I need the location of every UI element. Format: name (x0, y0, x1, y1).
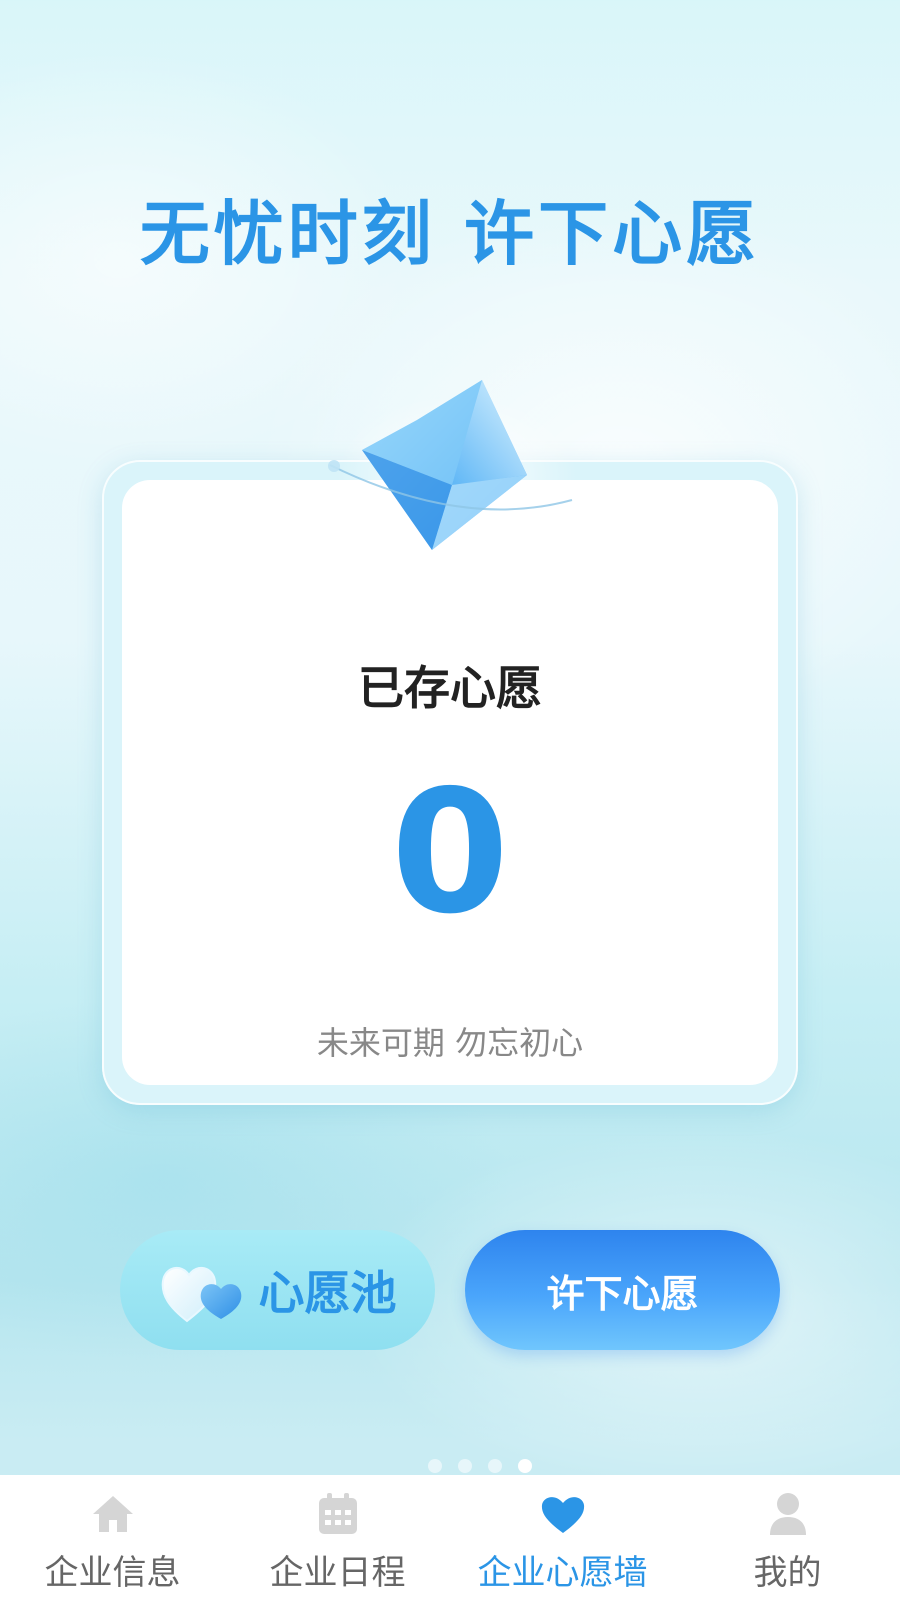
tab-label: 企业日程 (269, 1553, 406, 1593)
tab-label: 企业信息 (44, 1553, 181, 1593)
page-dot (428, 1459, 442, 1473)
tab-company-schedule[interactable]: 企业日程 (225, 1475, 450, 1600)
heart-icon (538, 1489, 588, 1539)
bottom-tab-bar: 企业信息 企业日程 企业心愿墙 我的 (0, 1475, 900, 1600)
page-indicator (30, 1459, 900, 1473)
card-title: 已存心愿 (358, 661, 542, 715)
tab-company-wish-wall[interactable]: 企业心愿墙 (450, 1475, 675, 1600)
make-wish-button[interactable]: 许下心愿 (465, 1230, 780, 1350)
user-icon (763, 1489, 813, 1539)
page-dot (488, 1459, 502, 1473)
tab-label: 我的 (753, 1553, 822, 1593)
page-dot-active (518, 1459, 532, 1473)
wish-pool-label: 心愿池 (258, 1266, 397, 1320)
wish-count: 0 (390, 754, 510, 952)
tab-mine[interactable]: 我的 (675, 1475, 900, 1600)
calendar-icon (313, 1489, 363, 1539)
wish-pool-button[interactable]: 心愿池 (120, 1230, 435, 1350)
card-subtitle: 未来可期 勿忘初心 (316, 1024, 584, 1062)
tab-label: 企业心愿墙 (477, 1553, 648, 1593)
page-headline: 无忧时刻 许下心愿 (139, 193, 761, 275)
home-icon (88, 1489, 138, 1539)
tab-company-info[interactable]: 企业信息 (0, 1475, 225, 1600)
page-dot (458, 1459, 472, 1473)
hearts-icon (161, 1266, 241, 1323)
crystal-icon (328, 380, 577, 555)
